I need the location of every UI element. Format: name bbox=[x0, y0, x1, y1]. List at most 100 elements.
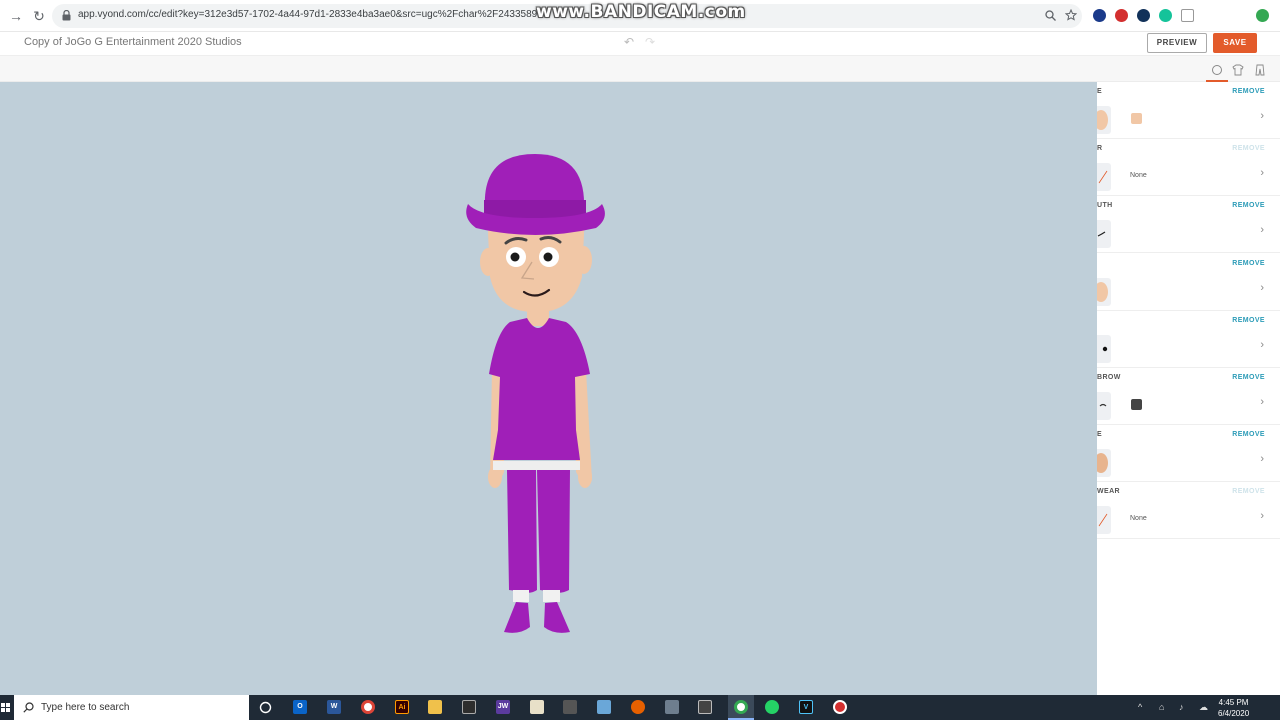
color-swatch[interactable] bbox=[1131, 113, 1142, 124]
redo-icon[interactable]: ↷ bbox=[645, 35, 655, 49]
shirt bbox=[489, 318, 590, 460]
property-row[interactable]: REMOVE › bbox=[1097, 311, 1280, 368]
tray-expand-icon[interactable]: ^ bbox=[1138, 702, 1142, 712]
face-thumbnail-icon[interactable] bbox=[1097, 106, 1111, 134]
chevron-right-icon[interactable]: › bbox=[1260, 110, 1264, 122]
property-row[interactable]: R REMOVE None › bbox=[1097, 139, 1280, 197]
shirt-tab-icon[interactable] bbox=[1232, 64, 1244, 76]
remove-button[interactable]: REMOVE bbox=[1232, 374, 1265, 381]
chevron-right-icon[interactable]: › bbox=[1260, 396, 1264, 408]
right-leg bbox=[537, 470, 570, 593]
firefox-icon[interactable] bbox=[631, 700, 645, 714]
ear-thumbnail-icon[interactable] bbox=[1097, 277, 1111, 306]
network-icon[interactable]: ⌂ bbox=[1159, 702, 1164, 712]
property-label: WEAR bbox=[1097, 488, 1120, 496]
pants-tab-icon[interactable] bbox=[1254, 64, 1266, 76]
bandicam-watermark: www.BANDICAM.com bbox=[536, 2, 746, 22]
property-label: UTH bbox=[1097, 202, 1113, 210]
camera-icon[interactable] bbox=[665, 700, 679, 714]
property-row[interactable]: E REMOVE › bbox=[1097, 82, 1280, 139]
document-title[interactable]: Copy of JoGo G Entertainment 2020 Studio… bbox=[24, 36, 242, 48]
character-figure[interactable] bbox=[0, 82, 1097, 695]
taskbar-search-box[interactable]: Type here to search bbox=[14, 695, 249, 720]
extension-pen-icon[interactable] bbox=[1181, 9, 1194, 22]
start-button[interactable] bbox=[0, 695, 14, 720]
active-chrome-task[interactable] bbox=[728, 695, 754, 720]
properties-panel: E REMOVE › R REMOVE None › UTH REMOVE › REMOVE › REM… bbox=[1097, 82, 1280, 695]
save-button[interactable]: SAVE bbox=[1213, 33, 1257, 53]
right-sock bbox=[543, 590, 560, 602]
chevron-right-icon[interactable]: › bbox=[1260, 339, 1264, 351]
none-slash-thumbnail-icon[interactable] bbox=[1097, 506, 1111, 535]
bandicam-record-icon[interactable] bbox=[833, 700, 847, 714]
lock-icon bbox=[62, 10, 71, 21]
store-icon[interactable] bbox=[462, 700, 476, 714]
volume-icon[interactable]: ♪ bbox=[1179, 702, 1184, 712]
chevron-right-icon[interactable]: › bbox=[1260, 282, 1264, 294]
zoom-icon[interactable] bbox=[1045, 10, 1056, 21]
left-leg bbox=[507, 470, 537, 593]
reload-icon[interactable]: ↻ bbox=[31, 8, 47, 24]
file-explorer-icon[interactable] bbox=[428, 700, 442, 714]
property-row[interactable]: E REMOVE › bbox=[1097, 425, 1280, 483]
remove-button[interactable]: REMOVE bbox=[1232, 202, 1265, 209]
property-row[interactable]: WEAR REMOVE None › bbox=[1097, 482, 1280, 540]
grammarly-icon[interactable] bbox=[1159, 9, 1172, 22]
vegas-icon[interactable]: V bbox=[799, 700, 813, 714]
calculator-icon[interactable] bbox=[698, 700, 712, 714]
extension-record-icon[interactable] bbox=[1115, 9, 1128, 22]
notepad-icon[interactable] bbox=[597, 700, 611, 714]
eye-thumbnail-icon[interactable] bbox=[1097, 334, 1111, 363]
property-row[interactable]: REMOVE › bbox=[1097, 254, 1280, 311]
remove-button[interactable]: REMOVE bbox=[1232, 317, 1265, 324]
property-value: None bbox=[1130, 172, 1147, 180]
left-pupil bbox=[510, 252, 520, 262]
chevron-right-icon[interactable]: › bbox=[1260, 167, 1264, 179]
jw-player-icon[interactable]: JW bbox=[496, 700, 510, 714]
extension-eye-icon[interactable] bbox=[1137, 9, 1150, 22]
undo-icon[interactable]: ↶ bbox=[624, 35, 634, 49]
preview-button[interactable]: PREVIEW bbox=[1147, 33, 1207, 53]
illustrator-icon[interactable]: Ai bbox=[395, 700, 409, 714]
right-shoe bbox=[544, 602, 570, 633]
nose-thumbnail-icon[interactable] bbox=[1097, 449, 1111, 478]
remove-button[interactable]: REMOVE bbox=[1232, 88, 1265, 95]
cortana-icon[interactable] bbox=[259, 701, 272, 714]
search-placeholder: Type here to search bbox=[41, 702, 130, 713]
head-tab-icon[interactable] bbox=[1211, 64, 1223, 76]
outlook-icon[interactable]: O bbox=[293, 700, 307, 714]
chevron-right-icon[interactable]: › bbox=[1260, 453, 1264, 465]
bookmark-star-icon[interactable] bbox=[1065, 9, 1077, 21]
property-row[interactable]: UTH REMOVE › bbox=[1097, 196, 1280, 254]
search-icon bbox=[23, 702, 34, 713]
property-row[interactable]: BROW REMOVE › bbox=[1097, 368, 1280, 425]
paint-icon[interactable] bbox=[530, 700, 544, 714]
remove-button[interactable]: REMOVE bbox=[1232, 260, 1265, 267]
snip-tool-icon[interactable] bbox=[563, 700, 577, 714]
brow-thumbnail-icon[interactable] bbox=[1097, 392, 1111, 420]
cloud-icon[interactable]: ☁ bbox=[1199, 702, 1208, 713]
chevron-right-icon[interactable]: › bbox=[1260, 224, 1264, 236]
profile-avatar-icon[interactable] bbox=[1256, 9, 1269, 22]
remove-button[interactable]: REMOVE bbox=[1232, 488, 1265, 495]
left-shoe bbox=[504, 602, 530, 633]
remove-button[interactable]: REMOVE bbox=[1232, 431, 1265, 438]
remove-button[interactable]: REMOVE bbox=[1232, 145, 1265, 152]
chrome-active-icon bbox=[734, 700, 748, 714]
word-icon[interactable]: W bbox=[327, 700, 341, 714]
right-hand bbox=[578, 466, 592, 488]
editor-header: Copy of JoGo G Entertainment 2020 Studio… bbox=[0, 32, 1280, 56]
none-slash-thumbnail-icon[interactable] bbox=[1097, 163, 1111, 192]
whatsapp-icon[interactable] bbox=[765, 700, 779, 714]
color-swatch[interactable] bbox=[1131, 399, 1142, 410]
forward-icon[interactable]: → bbox=[8, 8, 24, 24]
right-pupil bbox=[543, 252, 553, 262]
chrome-icon[interactable] bbox=[361, 700, 375, 714]
character-stage[interactable] bbox=[0, 82, 1097, 695]
mouth-thumbnail-icon[interactable] bbox=[1097, 220, 1111, 249]
extension-k-icon[interactable] bbox=[1093, 9, 1106, 22]
chevron-right-icon[interactable]: › bbox=[1260, 510, 1264, 522]
property-label: BROW bbox=[1097, 374, 1121, 381]
windows-taskbar: Type here to search O W Ai JW V ^ ⌂ ♪ ☁ … bbox=[0, 695, 1280, 720]
system-clock[interactable]: 4:45 PM 6/4/2020 bbox=[1218, 697, 1249, 719]
